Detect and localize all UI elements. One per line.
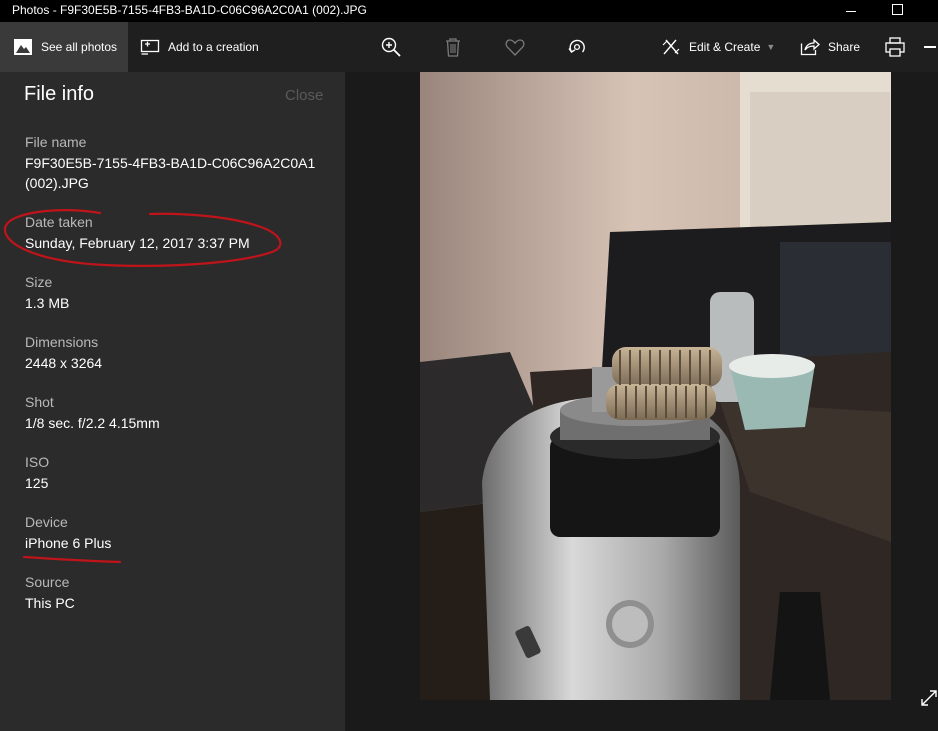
device-label: Device [25, 514, 68, 530]
photos-icon [14, 39, 32, 55]
size-value: 1.3 MB [25, 295, 70, 311]
toolbar: See all photos Add to a creation Edit & … [0, 22, 938, 72]
iso-label: ISO [25, 454, 50, 470]
title-bar: Photos - F9F30E5B-7155-4FB3-BA1D-C06C96A… [0, 0, 938, 22]
see-all-photos-label: See all photos [41, 40, 118, 54]
share-label: Share [828, 40, 861, 54]
device-value: iPhone 6 Plus [25, 535, 112, 551]
image-viewer[interactable] [345, 72, 938, 731]
chevron-down-icon: ▼ [766, 42, 776, 52]
add-to-creation-label: Add to a creation [168, 40, 259, 54]
file-name-label: File name [25, 134, 87, 150]
share-icon [800, 38, 820, 56]
panel-title: File info [24, 83, 95, 105]
edit-create-label: Edit & Create [689, 40, 761, 54]
maximize-icon [892, 4, 903, 15]
edit-create-button[interactable]: Edit & Create ▼ [661, 22, 775, 72]
date-taken-label: Date taken [25, 214, 93, 230]
size-label: Size [25, 274, 53, 290]
date-taken-value: Sunday, February 12, 2017 3:37 PM [25, 235, 250, 251]
window-title: Photos - F9F30E5B-7155-4FB3-BA1D-C06C96A… [12, 3, 367, 17]
see-all-photos-button[interactable]: See all photos [0, 22, 128, 72]
dimensions-label: Dimensions [25, 334, 99, 350]
edit-create-icon [662, 39, 680, 55]
favorite-heart-icon[interactable] [504, 36, 526, 58]
source-label: Source [25, 574, 70, 590]
file-name-value: F9F30E5B-7155-4FB3-BA1D-C06C96A2C0A1 (00… [25, 155, 316, 191]
minimize-button[interactable] [828, 0, 874, 22]
more-options-icon[interactable] [924, 46, 936, 48]
shot-label: Shot [25, 394, 54, 410]
add-to-creation-button[interactable]: Add to a creation [140, 22, 259, 72]
minimize-icon [846, 11, 856, 12]
maximize-button[interactable] [875, 0, 921, 22]
print-icon[interactable] [884, 36, 906, 58]
shot-value: 1/8 sec. f/2.2 4.15mm [25, 415, 160, 431]
rotate-icon[interactable] [566, 36, 588, 58]
photo [420, 72, 891, 700]
zoom-in-icon[interactable] [380, 36, 402, 58]
share-button[interactable]: Share [800, 22, 860, 72]
close-button[interactable]: Close [285, 87, 323, 104]
photo-image [420, 72, 891, 700]
iso-value: 125 [25, 475, 49, 491]
source-value: This PC [25, 595, 75, 611]
expand-icon[interactable] [919, 688, 938, 708]
file-info-panel: File info Close File name F9F30E5B-7155-… [0, 72, 345, 731]
add-creation-icon [140, 39, 160, 55]
delete-icon[interactable] [442, 36, 464, 58]
dimensions-value: 2448 x 3264 [25, 355, 103, 371]
